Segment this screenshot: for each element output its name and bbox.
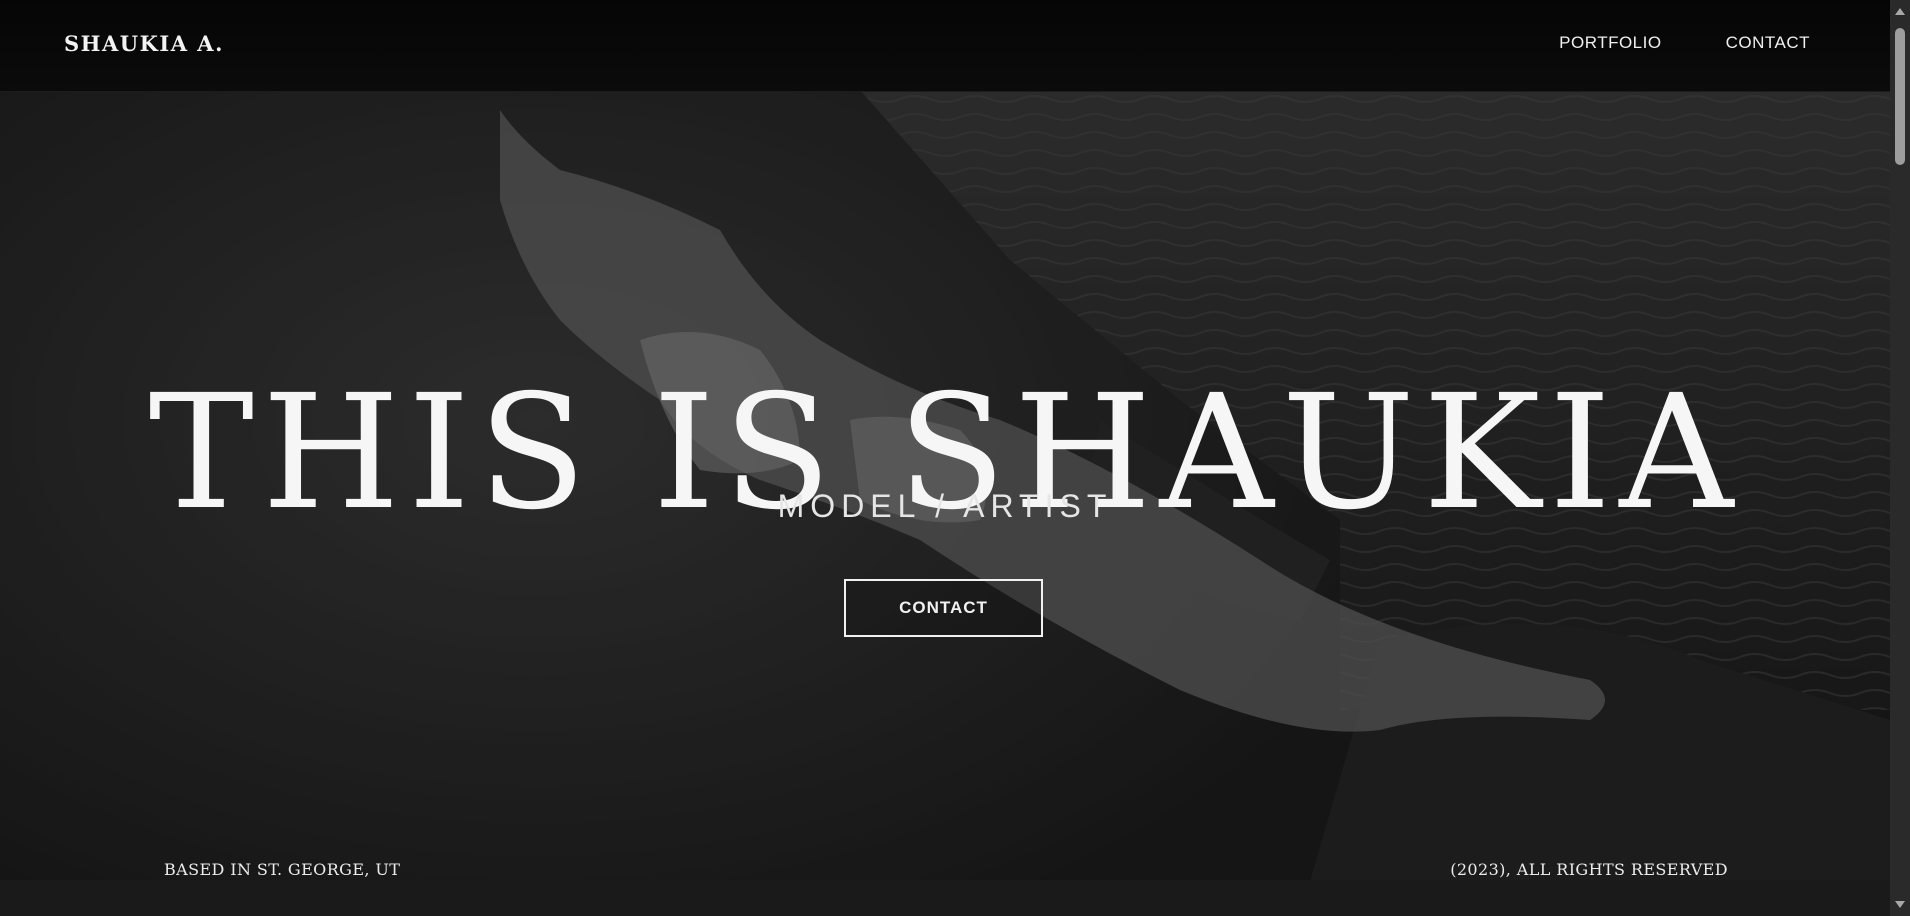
hero-contact-button[interactable]: CONTACT xyxy=(844,579,1043,637)
nav-link-portfolio[interactable]: PORTFOLIO xyxy=(1559,33,1661,53)
scrollbar-thumb[interactable] xyxy=(1895,28,1905,165)
top-navigation-bar: SHAUKIA A. PORTFOLIO CONTACT xyxy=(0,0,1890,92)
bottom-strip xyxy=(0,880,1890,916)
main-nav: PORTFOLIO CONTACT xyxy=(1559,33,1810,53)
footer-copyright: (2023), ALL RIGHTS RESERVED xyxy=(1450,860,1728,879)
scroll-up-arrow-icon[interactable] xyxy=(1895,8,1905,15)
nav-link-contact[interactable]: CONTACT xyxy=(1726,33,1810,53)
page-viewport: SHAUKIA A. PORTFOLIO CONTACT THIS IS SHA… xyxy=(0,0,1890,916)
hero-subtitle: MODEL / ARTIST xyxy=(777,488,1113,524)
footer-location: BASED IN ST. GEORGE, UT xyxy=(164,860,401,879)
scroll-down-arrow-icon[interactable] xyxy=(1895,901,1905,908)
brand-logo[interactable]: SHAUKIA A. xyxy=(64,31,224,56)
vertical-scrollbar[interactable] xyxy=(1890,0,1910,916)
